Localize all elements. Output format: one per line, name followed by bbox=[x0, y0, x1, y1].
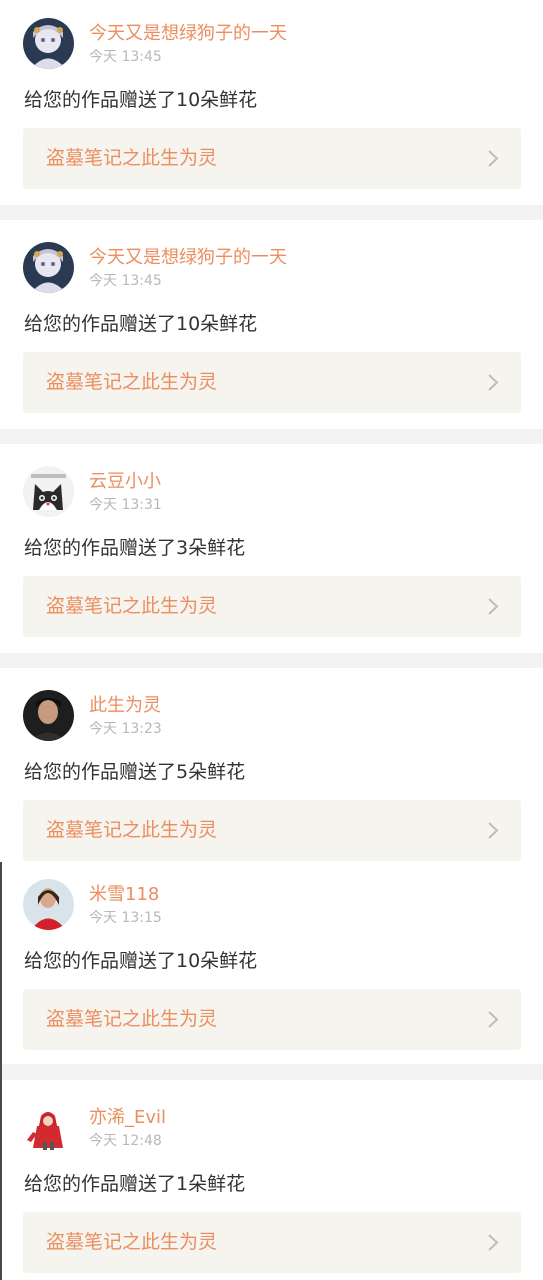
work-title: 盗墓笔记之此生为灵 bbox=[46, 1008, 218, 1030]
username[interactable]: 此生为灵 bbox=[89, 695, 161, 717]
timestamp: 今天 13:45 bbox=[89, 273, 162, 289]
work-title: 盗墓笔记之此生为灵 bbox=[46, 147, 218, 169]
work-link-card[interactable]: 盗墓笔记之此生为灵 bbox=[23, 128, 521, 189]
avatar[interactable] bbox=[23, 879, 74, 930]
work-title: 盗墓笔记之此生为灵 bbox=[46, 819, 218, 841]
gift-message: 给您的作品赠送了10朵鲜花 bbox=[24, 950, 258, 972]
chevron-right-icon bbox=[487, 373, 499, 392]
work-link-card[interactable]: 盗墓笔记之此生为灵 bbox=[23, 1212, 521, 1273]
avatar[interactable] bbox=[23, 18, 74, 69]
work-title: 盗墓笔记之此生为灵 bbox=[46, 595, 218, 617]
gift-message: 给您的作品赠送了3朵鲜花 bbox=[24, 537, 246, 559]
notification-card: 米雪118 今天 13:15 给您的作品赠送了10朵鲜花 盗墓笔记之此生为灵 bbox=[0, 868, 543, 1064]
work-link-card[interactable]: 盗墓笔记之此生为灵 bbox=[23, 576, 521, 637]
chevron-right-icon bbox=[487, 149, 499, 168]
chevron-right-icon bbox=[487, 597, 499, 616]
anime-character-avatar-icon bbox=[23, 18, 74, 69]
username[interactable]: 今天又是想绿狗子的一天 bbox=[89, 247, 287, 269]
username[interactable]: 今天又是想绿狗子的一天 bbox=[89, 23, 287, 45]
gift-message: 给您的作品赠送了10朵鲜花 bbox=[24, 313, 258, 335]
avatar[interactable] bbox=[23, 466, 74, 517]
notification-card: 今天又是想绿狗子的一天 今天 13:45 给您的作品赠送了10朵鲜花 盗墓笔记之… bbox=[0, 220, 543, 429]
notification-card: 云豆小小 今天 13:31 给您的作品赠送了3朵鲜花 盗墓笔记之此生为灵 bbox=[0, 444, 543, 653]
work-link-card[interactable]: 盗墓笔记之此生为灵 bbox=[23, 989, 521, 1050]
notification-card: 今天又是想绿狗子的一天 今天 13:45 给您的作品赠送了10朵鲜花 盗墓笔记之… bbox=[0, 0, 543, 205]
cat-avatar-icon bbox=[23, 466, 74, 517]
work-title: 盗墓笔记之此生为灵 bbox=[46, 1231, 218, 1253]
person-photo-avatar-icon bbox=[23, 690, 74, 741]
red-hoodie-figure-avatar-icon bbox=[23, 1102, 74, 1153]
username[interactable]: 云豆小小 bbox=[89, 471, 161, 493]
anime-character-avatar-icon bbox=[23, 242, 74, 293]
notification-card: 此生为灵 今天 13:23 给您的作品赠送了5朵鲜花 盗墓笔记之此生为灵 bbox=[0, 668, 543, 868]
work-link-card[interactable]: 盗墓笔记之此生为灵 bbox=[23, 800, 521, 861]
gift-message: 给您的作品赠送了10朵鲜花 bbox=[24, 89, 258, 111]
avatar[interactable] bbox=[23, 690, 74, 741]
avatar[interactable] bbox=[23, 1102, 74, 1153]
screen-edge-divider bbox=[0, 862, 2, 1280]
chevron-right-icon bbox=[487, 821, 499, 840]
notification-card: 亦浠_Evil 今天 12:48 给您的作品赠送了1朵鲜花 盗墓笔记之此生为灵 bbox=[0, 1080, 543, 1280]
avatar[interactable] bbox=[23, 242, 74, 293]
gift-message: 给您的作品赠送了1朵鲜花 bbox=[24, 1173, 246, 1195]
work-link-card[interactable]: 盗墓笔记之此生为灵 bbox=[23, 352, 521, 413]
chevron-right-icon bbox=[487, 1010, 499, 1029]
username[interactable]: 米雪118 bbox=[89, 884, 159, 906]
timestamp: 今天 13:15 bbox=[89, 910, 162, 926]
chevron-right-icon bbox=[487, 1233, 499, 1252]
gift-notification-feed: 今天又是想绿狗子的一天 今天 13:45 给您的作品赠送了10朵鲜花 盗墓笔记之… bbox=[0, 0, 543, 1280]
timestamp: 今天 13:23 bbox=[89, 721, 162, 737]
timestamp: 今天 13:31 bbox=[89, 497, 162, 513]
username[interactable]: 亦浠_Evil bbox=[89, 1107, 166, 1129]
timestamp: 今天 12:48 bbox=[89, 1133, 162, 1149]
work-title: 盗墓笔记之此生为灵 bbox=[46, 371, 218, 393]
gift-message: 给您的作品赠送了5朵鲜花 bbox=[24, 761, 246, 783]
person-red-shirt-avatar-icon bbox=[23, 879, 74, 930]
timestamp: 今天 13:45 bbox=[89, 49, 162, 65]
